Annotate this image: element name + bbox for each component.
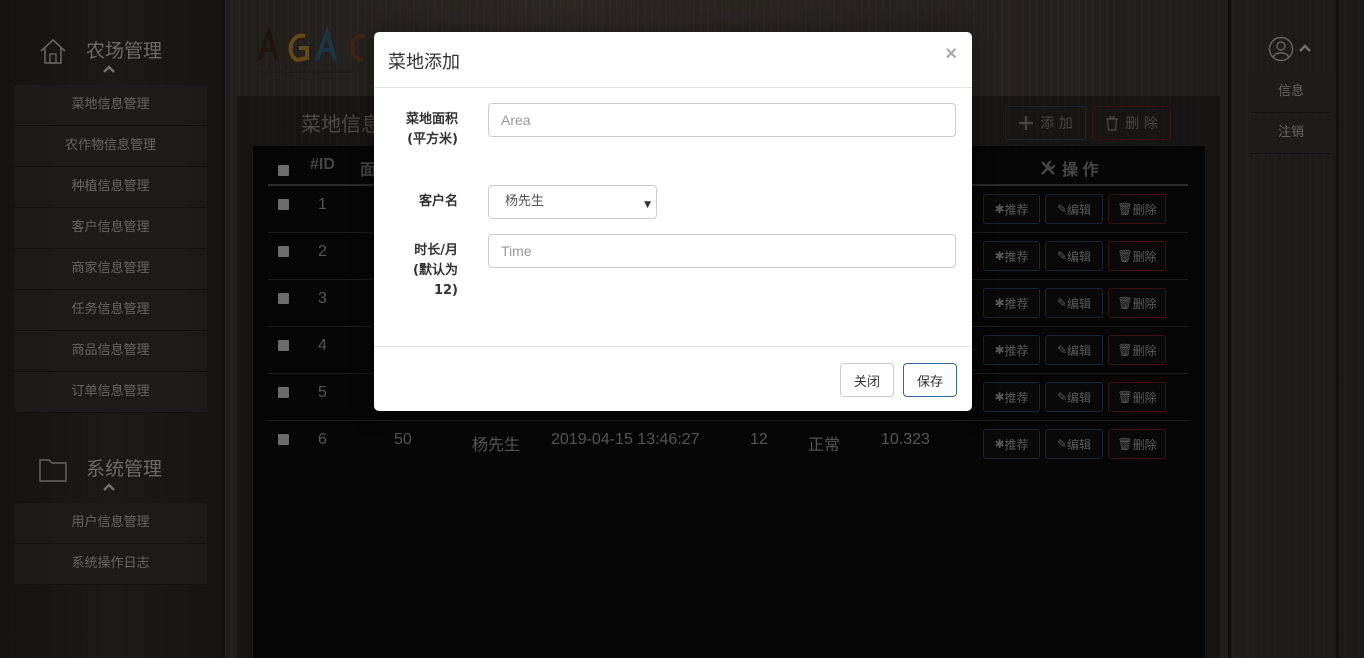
save-button[interactable]: 保存	[903, 363, 957, 397]
modal-footer: 关闭 保存	[374, 346, 972, 411]
add-field-modal: 菜地添加 × 菜地面积(平方米) 客户名 杨先生 ▼ 时长/月(默认为12) 关…	[374, 32, 972, 411]
close-button[interactable]: 关闭	[840, 363, 894, 397]
chevron-down-icon: ▼	[644, 200, 651, 210]
area-input[interactable]	[488, 103, 956, 137]
modal-title: 菜地添加	[388, 52, 460, 73]
close-icon[interactable]: ×	[945, 44, 957, 64]
duration-input[interactable]	[488, 234, 956, 268]
area-label: 菜地面积(平方米)	[405, 112, 458, 147]
customer-select[interactable]: 杨先生 ▼	[488, 185, 657, 219]
customer-label: 客户名	[418, 194, 458, 209]
duration-label: 时长/月(默认为12)	[413, 243, 458, 298]
customer-select-value: 杨先生	[505, 194, 545, 209]
modal-header: 菜地添加 ×	[374, 32, 972, 88]
